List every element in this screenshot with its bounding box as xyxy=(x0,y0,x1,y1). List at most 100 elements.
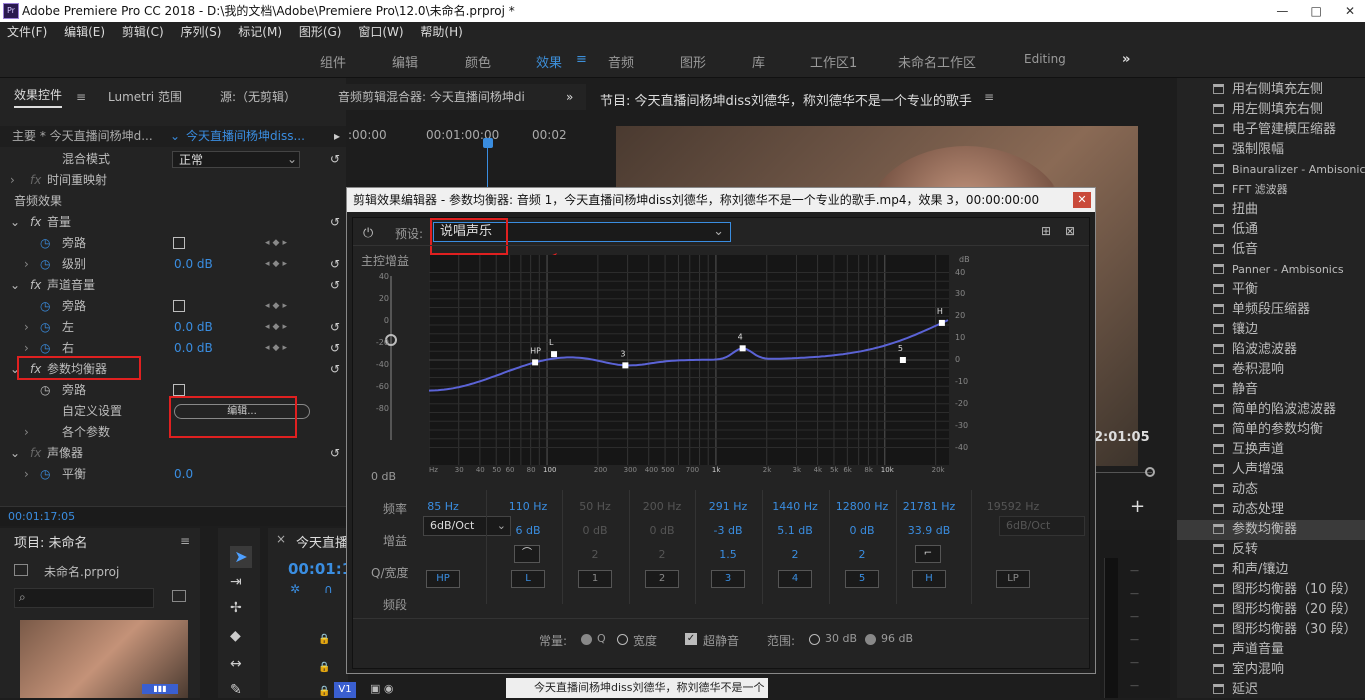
collapse-arrow-icon[interactable]: ⌄ xyxy=(10,275,20,296)
maximize-button[interactable]: □ xyxy=(1301,0,1331,22)
keyframe-nav-icon[interactable]: ◂◆▸ xyxy=(265,254,290,275)
workspace-1[interactable]: 工作区1 xyxy=(810,52,857,71)
shelf-type-icon[interactable]: ⌐ xyxy=(915,545,941,563)
effect-list-item[interactable]: 强制限幅 xyxy=(1177,140,1365,160)
ec-timecode[interactable]: 00:01:17:05 xyxy=(8,510,75,523)
program-menu-icon[interactable]: ≡ xyxy=(984,90,994,104)
reset-icon[interactable]: ↺ xyxy=(330,212,340,233)
effect-list-item[interactable]: 图形均衡器（20 段） xyxy=(1177,600,1365,620)
band-q[interactable]: 2 xyxy=(628,548,696,561)
effect-list-item[interactable]: 延迟 xyxy=(1177,680,1365,700)
width-radio[interactable] xyxy=(617,634,628,645)
reset-icon[interactable]: ↺ xyxy=(330,317,340,338)
workspace-libraries[interactable]: 库 xyxy=(752,52,765,71)
balance-value[interactable]: 0.0 xyxy=(174,464,193,485)
master-clip-label[interactable]: 主要 * 今天直播间杨坤d... xyxy=(12,126,153,147)
reset-icon[interactable]: ↺ xyxy=(330,359,340,380)
band-frequency[interactable]: 1440 Hz xyxy=(761,500,829,513)
effect-list-item[interactable]: 陷波滤波器 xyxy=(1177,340,1365,360)
expand-arrow-icon[interactable]: › xyxy=(24,464,29,485)
collapse-icon[interactable]: ⊠ xyxy=(1065,224,1075,238)
effect-list-item[interactable]: 电子管建模压缩器 xyxy=(1177,120,1365,140)
keyframe-nav-icon[interactable]: ◂◆▸ xyxy=(265,233,290,254)
tab-menu-icon[interactable]: ≡ xyxy=(76,84,86,110)
effect-list-item[interactable]: 图形均衡器（10 段） xyxy=(1177,580,1365,600)
stopwatch-icon[interactable]: ◷ xyxy=(40,296,50,317)
reset-icon[interactable]: ↺ xyxy=(330,149,340,170)
close-tab-icon[interactable]: × xyxy=(276,532,286,546)
program-timecode[interactable]: 2:01:05 xyxy=(1094,430,1150,445)
effect-list-item[interactable]: 参数均衡器 xyxy=(1177,520,1365,540)
tabs-overflow-icon[interactable]: » xyxy=(566,84,573,110)
effect-list-item[interactable]: 简单的陷波滤波器 xyxy=(1177,400,1365,420)
project-menu-icon[interactable]: ≡ xyxy=(180,534,190,548)
collapse-arrow-icon[interactable]: ⌄ xyxy=(10,212,20,233)
band-frequency[interactable]: 85 Hz xyxy=(409,500,477,513)
band-frequency[interactable]: 200 Hz xyxy=(628,500,696,513)
reset-icon[interactable]: ↺ xyxy=(330,254,340,275)
q-radio[interactable] xyxy=(581,634,592,645)
band-gain[interactable]: 0 dB xyxy=(828,524,896,537)
range-96-radio[interactable] xyxy=(865,634,876,645)
workspace-audio[interactable]: 音频 xyxy=(608,52,634,71)
effect-list-item[interactable]: 静音 xyxy=(1177,380,1365,400)
effect-list-item[interactable]: 用右侧填充左侧 xyxy=(1177,80,1365,100)
workspace-color[interactable]: 颜色 xyxy=(465,52,491,71)
band-q[interactable]: 2 xyxy=(561,548,629,561)
effect-list-item[interactable]: 图形均衡器（30 段） xyxy=(1177,620,1365,640)
razor-tool-icon[interactable]: ◆ xyxy=(230,628,241,644)
tab-effect-controls[interactable]: 效果控件 xyxy=(14,84,63,108)
master-gain-value[interactable]: 0 dB xyxy=(371,470,396,483)
snap-icon[interactable]: ✲ xyxy=(290,582,300,596)
stopwatch-icon[interactable]: ◷ xyxy=(40,233,50,254)
effect-list-item[interactable]: 镶边 xyxy=(1177,320,1365,340)
band-frequency[interactable]: 110 Hz xyxy=(494,500,562,513)
band-gain[interactable]: 6 dB xyxy=(494,524,562,537)
eye-icon[interactable]: ◉ xyxy=(384,682,394,695)
menu-graphics[interactable]: 图形(G) xyxy=(299,22,342,42)
band-frequency[interactable]: 19592 Hz xyxy=(979,500,1047,513)
effect-list-item[interactable]: 反转 xyxy=(1177,540,1365,560)
fx-icon[interactable]: fx xyxy=(30,275,41,296)
workspace-editing[interactable]: 编辑 xyxy=(392,52,418,71)
band-frequency[interactable]: 50 Hz xyxy=(561,500,629,513)
tab-source[interactable]: 源:（无剪辑） xyxy=(220,84,296,110)
effect-list-item[interactable]: 人声增强 xyxy=(1177,460,1365,480)
power-icon[interactable]: ⏻ xyxy=(363,226,373,241)
menu-marker[interactable]: 标记(M) xyxy=(238,22,282,42)
band-toggle-button[interactable]: 3 xyxy=(711,570,745,588)
workspace-effects[interactable]: 效果 xyxy=(536,52,562,71)
lock-icon[interactable]: 🔒 xyxy=(318,686,330,697)
track-select-tool-icon[interactable]: ⇥ xyxy=(230,574,242,590)
effect-list-item[interactable]: 互换声道 xyxy=(1177,440,1365,460)
band-toggle-button[interactable]: 1 xyxy=(578,570,612,588)
selection-tool-icon[interactable]: ➤ xyxy=(230,546,252,568)
lock-icon[interactable]: 🔒 xyxy=(318,662,330,673)
film-icon[interactable]: ▣ xyxy=(370,682,380,695)
lp-slope-dropdown[interactable]: 6dB/Oct xyxy=(999,516,1085,536)
menu-file[interactable]: 文件(F) xyxy=(7,22,47,42)
band-q[interactable]: 1.5 xyxy=(694,548,762,561)
active-clip-label[interactable]: 今天直播间杨坤diss... xyxy=(186,126,305,147)
expand-arrow-icon[interactable]: › xyxy=(24,422,29,443)
reset-icon[interactable]: ↺ xyxy=(330,338,340,359)
bypass-checkbox[interactable] xyxy=(173,300,185,312)
workspace-untitled[interactable]: 未命名工作区 xyxy=(898,52,976,71)
workspace-more-icon[interactable]: » xyxy=(1122,52,1130,67)
toggle-graph-icon[interactable]: ⊞ xyxy=(1041,224,1051,238)
band-frequency[interactable]: 291 Hz xyxy=(694,500,762,513)
dialog-close-button[interactable]: ✕ xyxy=(1073,192,1091,208)
close-window-button[interactable]: ✕ xyxy=(1335,0,1365,22)
band-frequency[interactable]: 21781 Hz xyxy=(895,500,963,513)
workspace-editing-en[interactable]: Editing xyxy=(1024,52,1066,66)
band-gain[interactable]: 33.9 dB xyxy=(895,524,963,537)
keyframe-nav-icon[interactable]: ◂◆▸ xyxy=(265,296,290,317)
effect-list-item[interactable]: 和声/镶边 xyxy=(1177,560,1365,580)
band-frequency[interactable]: 12800 Hz xyxy=(828,500,896,513)
collapse-arrow-icon[interactable]: ⌄ xyxy=(10,443,20,464)
band-toggle-button[interactable]: LP xyxy=(996,570,1030,588)
stopwatch-icon[interactable]: ◷ xyxy=(40,317,50,338)
effect-list-item[interactable]: Binauralizer - Ambisonics xyxy=(1177,160,1365,180)
pen-tool-icon[interactable]: ✎ xyxy=(230,682,242,698)
tab-audio-clip-mixer[interactable]: 音频剪辑混合器: 今天直播间杨坤di xyxy=(338,84,525,110)
